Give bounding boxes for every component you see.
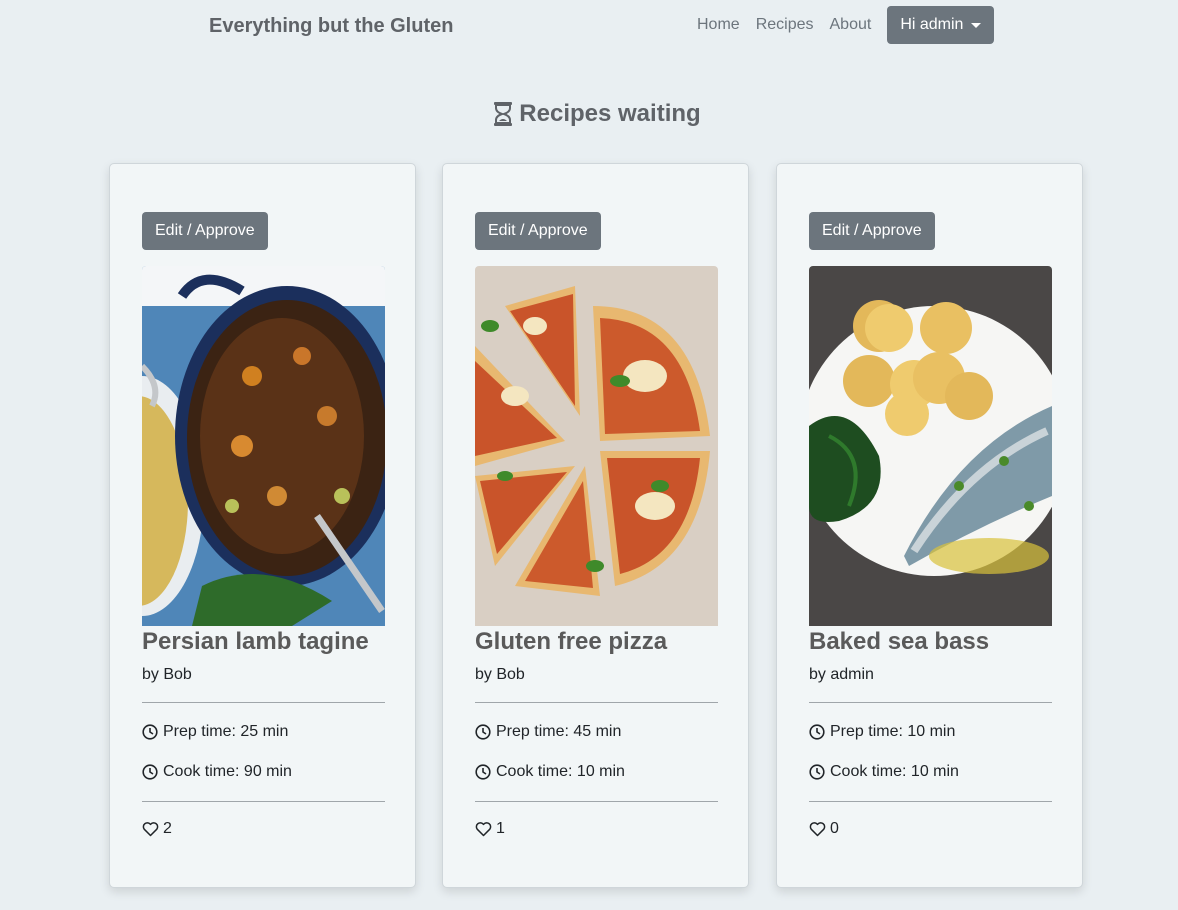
divider — [475, 702, 718, 703]
recipe-card: Edit / Approve Baked sea bass by admin P… — [776, 163, 1083, 888]
prep-time: Prep time: 45 min — [496, 723, 622, 740]
user-menu-dropdown[interactable]: Hi admin — [887, 6, 995, 44]
prep-time: Prep time: 10 min — [830, 723, 956, 740]
clock-icon — [475, 724, 491, 740]
cook-time-row: Cook time: 10 min — [475, 761, 718, 783]
edit-approve-button[interactable]: Edit / Approve — [475, 212, 601, 250]
nav-link-recipes[interactable]: Recipes — [756, 6, 814, 44]
pizza-image[interactable] — [475, 266, 718, 626]
recipe-author: by Bob — [142, 666, 192, 683]
user-menu-label: Hi admin — [900, 16, 964, 33]
divider — [809, 801, 1052, 802]
clock-icon — [809, 764, 825, 780]
nav-link-about[interactable]: About — [830, 6, 872, 44]
cook-time-row: Cook time: 10 min — [809, 761, 1052, 783]
recipe-card: Edit / Approve Persian lamb tagine by Bo… — [109, 163, 416, 888]
cook-time-row: Cook time: 90 min — [142, 761, 385, 783]
caret-down-icon — [971, 22, 982, 28]
cook-time: Cook time: 90 min — [163, 763, 292, 780]
prep-time-row: Prep time: 25 min — [142, 721, 385, 743]
prep-time-row: Prep time: 10 min — [809, 721, 1052, 743]
recipe-card: Edit / Approve Gluten free pizza by Bob … — [442, 163, 749, 888]
divider — [809, 702, 1052, 703]
page-title-text: Recipes waiting — [519, 100, 701, 127]
cook-time: Cook time: 10 min — [496, 763, 625, 780]
heart-icon — [142, 822, 159, 837]
navbar: Everything but the Gluten Home Recipes A… — [0, 0, 1178, 56]
edit-approve-button[interactable]: Edit / Approve — [142, 212, 268, 250]
cook-time: Cook time: 10 min — [830, 763, 959, 780]
brand-logo-text[interactable]: Everything but the Gluten — [209, 15, 453, 38]
divider — [142, 702, 385, 703]
recipe-author: by Bob — [475, 666, 525, 683]
divider — [475, 801, 718, 802]
clock-icon — [142, 724, 158, 740]
page-title: Recipes waiting — [0, 100, 1178, 128]
clock-icon — [475, 764, 491, 780]
nav-links: Home Recipes About Hi admin — [697, 6, 995, 44]
sea-bass-plate-image[interactable] — [809, 266, 1052, 626]
edit-approve-button[interactable]: Edit / Approve — [809, 212, 935, 250]
nav-link-home[interactable]: Home — [697, 6, 740, 44]
recipe-title[interactable]: Baked sea bass — [809, 627, 1052, 657]
clock-icon — [809, 724, 825, 740]
divider — [142, 801, 385, 802]
likes-count: 1 — [496, 820, 505, 837]
likes-button[interactable]: 2 — [142, 820, 385, 838]
clock-icon — [142, 764, 158, 780]
likes-button[interactable]: 1 — [475, 820, 718, 838]
likes-count: 0 — [830, 820, 839, 837]
lamb-tagine-pot-image[interactable] — [142, 266, 385, 626]
recipe-author: by admin — [809, 666, 874, 683]
prep-time-row: Prep time: 45 min — [475, 721, 718, 743]
hourglass-icon — [494, 102, 513, 126]
recipe-title[interactable]: Gluten free pizza — [475, 627, 718, 657]
likes-button[interactable]: 0 — [809, 820, 1052, 838]
heart-icon — [809, 822, 826, 837]
likes-count: 2 — [163, 820, 172, 837]
heart-icon — [475, 822, 492, 837]
prep-time: Prep time: 25 min — [163, 723, 289, 740]
recipe-title[interactable]: Persian lamb tagine — [142, 627, 385, 657]
